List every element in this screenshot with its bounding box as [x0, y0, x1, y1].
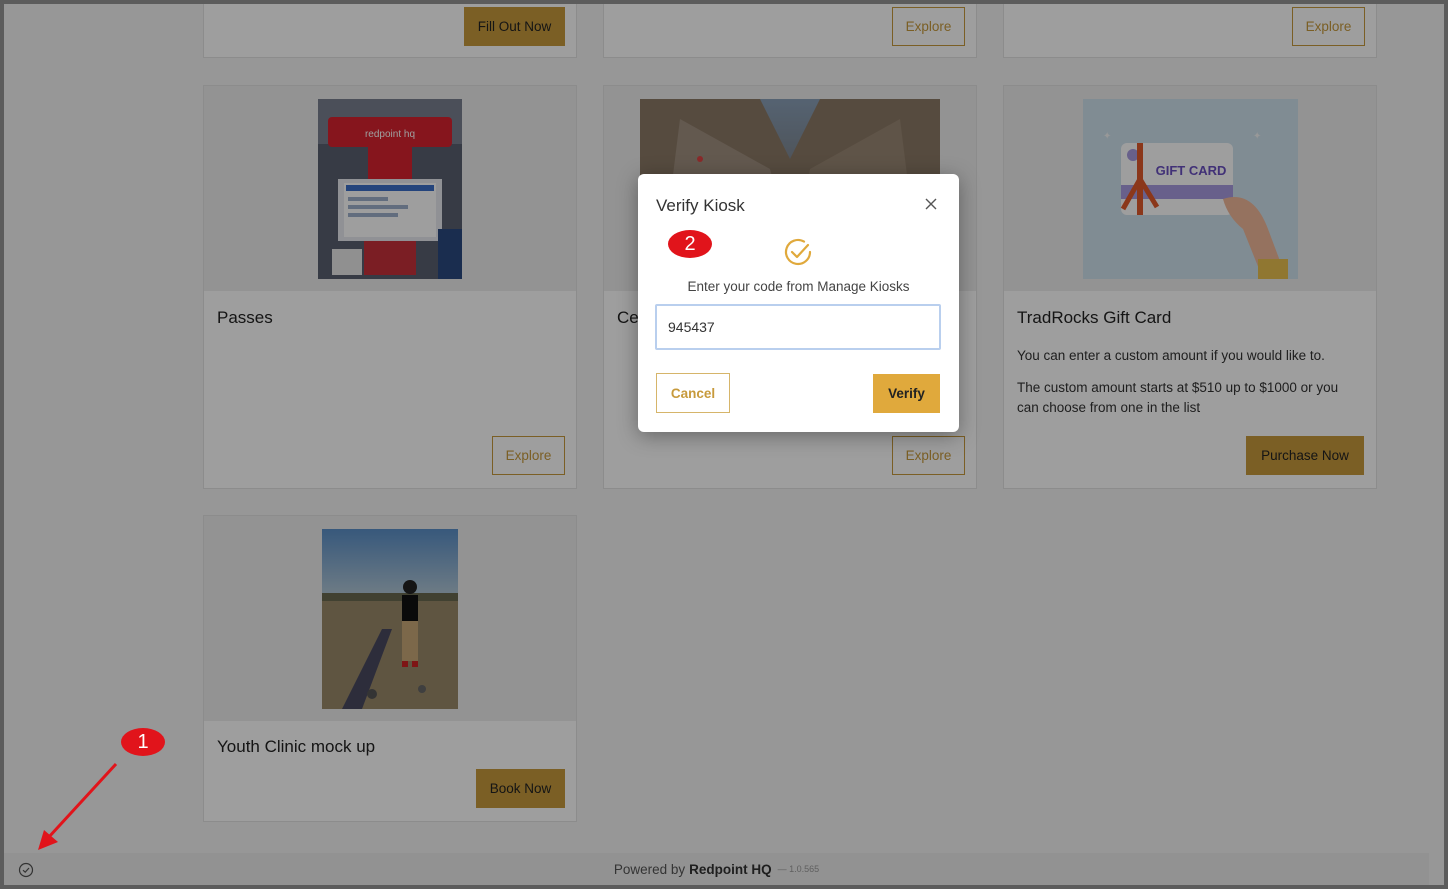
dialog-title: Verify Kiosk	[656, 196, 745, 215]
close-icon[interactable]	[923, 196, 939, 212]
annotation-badge-2: 2	[668, 230, 712, 258]
check-circle-icon[interactable]	[18, 862, 34, 878]
verify-kiosk-dialog: Verify Kiosk Enter your code from Manage…	[638, 174, 959, 432]
check-circle-icon	[784, 238, 812, 266]
cancel-button[interactable]: Cancel	[656, 373, 730, 413]
dialog-instruction: Enter your code from Manage Kiosks	[687, 279, 910, 294]
verify-button[interactable]: Verify	[873, 374, 940, 413]
screen-frame: Fill Out Now Explore Explore redpoint hq	[0, 0, 1448, 889]
kiosk-code-input[interactable]	[655, 304, 941, 350]
modal-backdrop[interactable]	[4, 4, 1444, 885]
annotation-badge-1: 1	[121, 728, 165, 756]
